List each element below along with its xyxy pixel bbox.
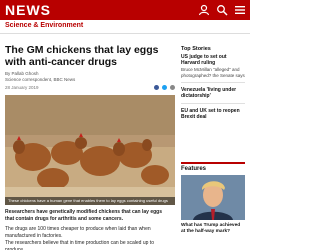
article-lead: Researchers have genetically modified ch… — [5, 209, 163, 222]
top-story-headline[interactable]: Venezuela 'living under dictatorship' — [181, 87, 245, 99]
image-caption: These chickens have a human gene that en… — [5, 197, 175, 205]
top-story-headline[interactable]: US judge to set out Harvard ruling — [181, 54, 245, 66]
twitter-icon[interactable] — [162, 85, 167, 90]
top-story-summary: Bruce McMillan "alleged" and photographe… — [181, 67, 245, 78]
feature-image[interactable] — [181, 175, 245, 220]
chickens-image — [5, 95, 175, 205]
article-meta: 28 January 2019 — [5, 85, 175, 91]
feature-headline[interactable]: What has Trump achieved at the half-way … — [181, 223, 245, 235]
menu-icon[interactable] — [234, 4, 246, 16]
top-story[interactable]: Venezuela 'living under dictatorship' — [181, 87, 245, 99]
divider — [181, 82, 245, 83]
publish-date: 28 January 2019 — [5, 85, 39, 90]
top-story-headline[interactable]: EU and UK set to reopen Brexit deal — [181, 108, 245, 120]
article-headline: The GM chickens that lay eggs with anti-… — [5, 44, 159, 68]
user-icon[interactable] — [198, 4, 210, 16]
trump-photo — [181, 175, 245, 220]
topbar-icons — [198, 4, 246, 16]
search-icon[interactable] — [216, 4, 228, 16]
share-tools — [154, 85, 175, 90]
top-story[interactable]: US judge to set out Harvard ruling Bruce… — [181, 54, 245, 78]
features-panel: Features What has Trump achieved at the … — [181, 162, 245, 235]
divider — [181, 103, 245, 104]
article-paragraph: The researchers believe that in time pro… — [5, 240, 154, 250]
section-nav: Science & Environment — [0, 20, 250, 34]
article-photo — [5, 95, 175, 205]
email-icon[interactable] — [170, 85, 175, 90]
top-story[interactable]: EU and UK set to reopen Brexit deal — [181, 108, 245, 120]
top-stories: Top Stories US judge to set out Harvard … — [181, 46, 245, 120]
facebook-icon[interactable] — [154, 85, 159, 90]
byline: By Pallab Ghosh Science correspondent, B… — [5, 71, 75, 83]
section-link-science-environment[interactable]: Science & Environment — [5, 22, 83, 29]
article-paragraph: The drugs are 100 times cheaper to produ… — [5, 226, 151, 239]
top-stories-title: Top Stories — [181, 46, 211, 52]
features-title: Features — [181, 162, 245, 172]
bbc-news-logo[interactable]: NEWS — [5, 2, 51, 18]
author-name[interactable]: By Pallab Ghosh — [5, 71, 39, 76]
author-role: Science correspondent, BBC News — [5, 77, 76, 82]
top-bar: NEWS — [0, 0, 250, 20]
